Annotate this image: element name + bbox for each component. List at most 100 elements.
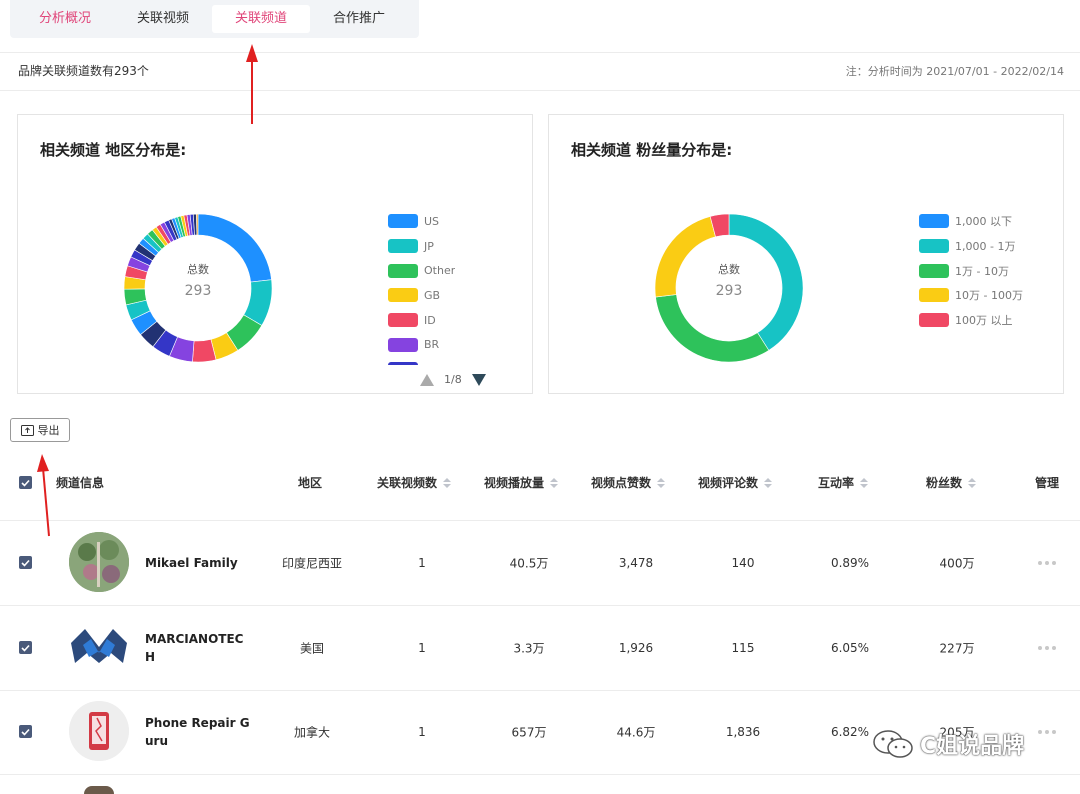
fans-card-title: 相关频道 粉丝量分布是: — [571, 141, 733, 159]
sort-icon[interactable] — [968, 477, 977, 488]
cell-fans: 400万 — [939, 556, 975, 571]
more-icon[interactable] — [1038, 646, 1056, 650]
fans-center-label: 总数 — [718, 263, 740, 276]
legend-label: 10万 - 100万 — [955, 289, 1023, 303]
legend-label: 1,000 - 1万 — [955, 240, 1016, 254]
table-row: MARCIANOTECH 美国 1 3.3万 1,926 115 6.05% 2… — [0, 606, 1080, 691]
legend-item[interactable]: 10万 - 100万 — [919, 283, 1023, 308]
header-label: 视频播放量 — [484, 476, 545, 490]
legend-item[interactable]: 1,000 - 1万 — [919, 234, 1023, 259]
sort-icon[interactable] — [860, 477, 869, 488]
legend-swatch — [388, 313, 418, 328]
m-logo-icon — [69, 617, 129, 677]
header-label: 视频点赞数 — [591, 476, 652, 490]
cell-comments: 140 — [731, 556, 755, 570]
legend-item[interactable]: 100万 以上 — [919, 308, 1023, 333]
header-channel-info: 频道信息 — [56, 476, 105, 490]
donut-slice-c33[interactable] — [196, 213, 199, 236]
legend-label: BR — [424, 338, 440, 352]
avatar[interactable] — [69, 701, 129, 761]
header-label: 粉丝数 — [926, 476, 963, 490]
avatar[interactable] — [69, 532, 129, 592]
export-icon — [20, 425, 34, 436]
tab-bar: 分析概况 关联视频 关联频道 合作推广 — [10, 0, 419, 38]
row-checkbox[interactable] — [19, 556, 32, 569]
row-checkbox[interactable] — [19, 725, 32, 738]
legend-swatch — [919, 239, 949, 254]
cell-fans: 227万 — [939, 641, 975, 656]
sort-icon[interactable] — [443, 477, 452, 488]
legend-swatch — [919, 214, 949, 229]
region-center-label: 总数 — [187, 263, 209, 276]
legend-swatch — [919, 313, 949, 328]
more-icon[interactable] — [1038, 730, 1056, 734]
cell-videos: 1 — [418, 556, 426, 570]
cell-comments: 1,836 — [725, 725, 761, 739]
legend-swatch — [919, 288, 949, 303]
channel-name[interactable]: Mikael Family — [145, 554, 255, 572]
legend-swatch — [388, 239, 418, 254]
cell-region: 加拿大 — [293, 725, 330, 740]
pager-up-icon[interactable] — [420, 373, 434, 386]
legend-label: Other — [424, 264, 456, 278]
cell-region: 美国 — [299, 641, 324, 656]
table-row: Mikael Family 印度尼西亚 1 40.5万 3,478 140 0.… — [0, 521, 1080, 606]
header-fans[interactable]: 粉丝数 — [926, 474, 977, 491]
header-videos[interactable]: 关联视频数 — [377, 474, 452, 491]
header-engagement[interactable]: 互动率 — [818, 474, 869, 491]
fans-distribution-card: 相关频道 粉丝量分布是: 总数 293 1,000 以下 1,000 - 1万 … — [548, 114, 1064, 394]
tab-cooperation[interactable]: 合作推广 — [310, 5, 408, 33]
row-checkbox[interactable] — [19, 641, 32, 654]
watermark: C姐说品牌 — [872, 728, 1024, 760]
region-center-value: 293 — [184, 283, 212, 299]
channel-name[interactable]: Phone Repair Guru — [145, 714, 255, 750]
channel-count-text: 品牌关联频道数有293个 — [18, 64, 149, 78]
cell-videos: 1 — [418, 725, 426, 739]
divider — [0, 52, 1080, 53]
pager-down-icon[interactable] — [471, 373, 486, 386]
channel-name[interactable]: MARCIANOTECH — [145, 630, 249, 666]
legend-item[interactable]: ID — [388, 308, 455, 333]
pager-text: 1/8 — [444, 373, 462, 386]
tab-related-videos[interactable]: 关联视频 — [114, 5, 212, 33]
cell-views: 657万 — [511, 725, 547, 740]
cell-videos: 1 — [418, 641, 426, 655]
legend-item[interactable]: JP — [388, 234, 455, 259]
cell-engagement: 0.89% — [830, 556, 870, 570]
wechat-icon — [873, 730, 913, 758]
table-header: 频道信息 地区 关联视频数 视频播放量 视频点赞数 视频评论数 互动率 粉丝数 … — [0, 444, 1080, 521]
legend-item[interactable]: BR — [388, 332, 455, 357]
analysis-period-note: 注：分析时间为 2021/07/01 - 2022/02/14 — [845, 65, 1064, 78]
legend-item[interactable]: GB — [388, 283, 455, 308]
sort-icon[interactable] — [657, 477, 666, 488]
cell-views: 40.5万 — [509, 556, 549, 571]
tab-related-channels[interactable]: 关联频道 — [212, 5, 310, 33]
watermark-text: C姐说品牌 — [920, 734, 1025, 759]
header-views[interactable]: 视频播放量 — [484, 474, 559, 491]
legend-label: 100万 以上 — [955, 314, 1013, 328]
sort-icon[interactable] — [764, 477, 773, 488]
legend-label: US — [424, 214, 440, 228]
more-icon[interactable] — [1038, 561, 1056, 565]
donut-slice-1-10-[interactable] — [655, 294, 770, 363]
legend-item[interactable]: RU — [388, 357, 455, 365]
region-distribution-card: 相关频道 地区分布是: 总数 293 US JP Other GB ID BR … — [17, 114, 533, 394]
phone-icon — [69, 701, 129, 761]
header-label: 互动率 — [818, 476, 855, 490]
legend-item[interactable]: US — [388, 209, 455, 234]
check-icon — [21, 479, 30, 487]
region-legend: US JP Other GB ID BR RU — [388, 209, 455, 365]
header-likes[interactable]: 视频点赞数 — [591, 474, 666, 491]
avatar[interactable] — [69, 617, 129, 677]
legend-item[interactable]: Other — [388, 258, 455, 283]
legend-item[interactable]: 1,000 以下 — [919, 209, 1023, 234]
sort-icon[interactable] — [550, 477, 559, 488]
export-button[interactable]: 导出 — [10, 418, 70, 442]
legend-swatch — [388, 362, 418, 365]
legend-label: 1,000 以下 — [955, 215, 1012, 229]
legend-swatch — [388, 337, 418, 352]
tab-analysis-overview[interactable]: 分析概况 — [16, 5, 114, 33]
legend-item[interactable]: 1万 - 10万 — [919, 258, 1023, 283]
header-comments[interactable]: 视频评论数 — [698, 474, 773, 491]
select-all-checkbox[interactable] — [19, 476, 32, 489]
